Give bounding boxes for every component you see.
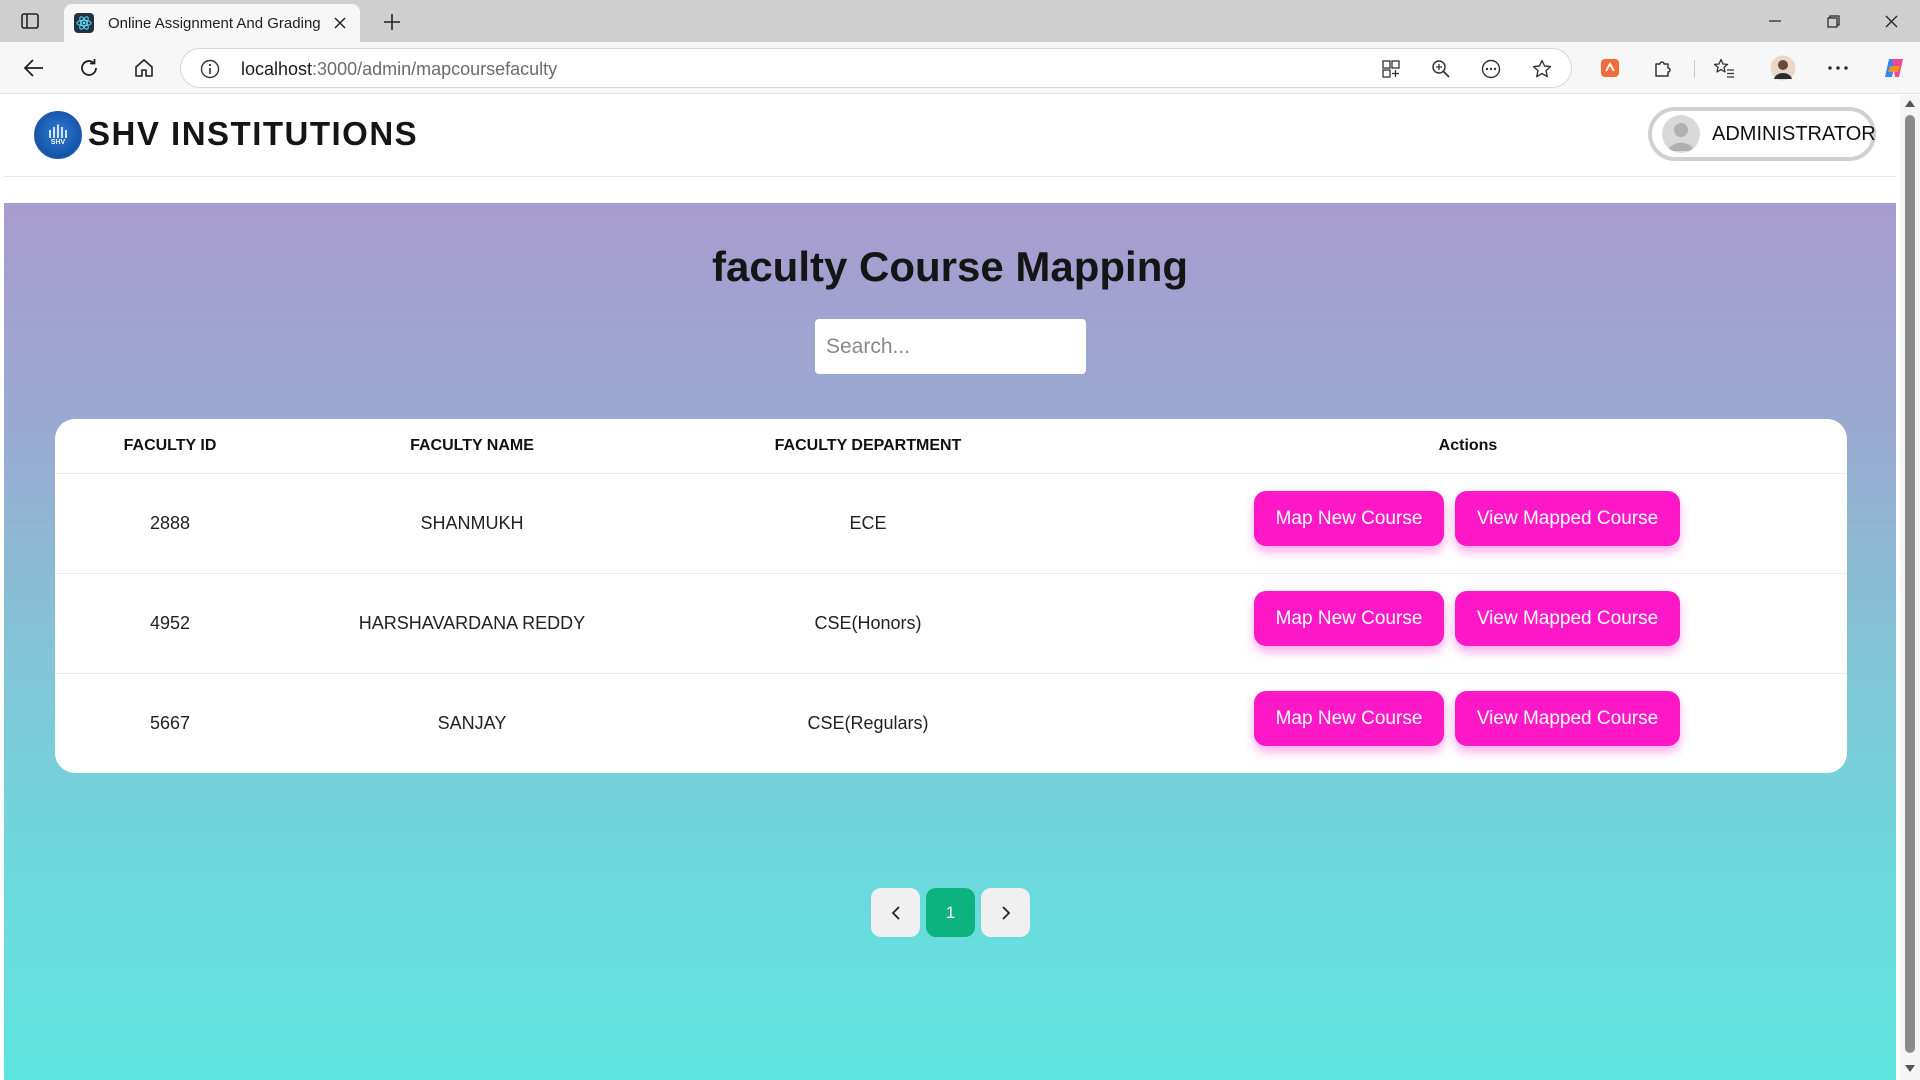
cell-faculty-name: HARSHAVARDANA REDDY — [358, 613, 586, 633]
page-scrollbar[interactable] — [1900, 95, 1920, 1080]
home-icon[interactable] — [128, 52, 160, 84]
address-bar[interactable]: localhost:3000/admin/mapcoursefaculty — [180, 48, 1572, 88]
zoom-icon[interactable] — [1427, 55, 1455, 83]
pagination-next-button[interactable] — [981, 888, 1030, 937]
pagination-prev-button[interactable] — [871, 888, 920, 937]
search-input[interactable] — [815, 319, 1086, 374]
map-new-course-button[interactable]: Map New Course — [1254, 491, 1444, 546]
table-row: 2888 SHANMUKH ECE Map New Course View Ma… — [55, 474, 1847, 574]
chevron-right-icon — [1001, 905, 1010, 920]
back-arrow-icon[interactable] — [18, 52, 50, 84]
site-info-icon[interactable] — [199, 58, 221, 80]
react-icon — [74, 13, 94, 33]
cell-faculty-name: SANJAY — [437, 713, 507, 733]
url-text[interactable]: localhost:3000/admin/mapcoursefaculty — [241, 59, 557, 80]
favorite-star-icon[interactable] — [1528, 55, 1556, 83]
logo-text: SHV — [50, 139, 66, 146]
scrollbar-thumb[interactable] — [1905, 115, 1915, 1053]
table-row: 4952 HARSHAVARDANA REDDY CSE(Honors) Map… — [55, 574, 1847, 674]
url-path: :3000/admin/mapcoursefaculty — [312, 59, 558, 79]
new-tab-plus-icon[interactable] — [378, 8, 406, 36]
view-mapped-course-button[interactable]: View Mapped Course — [1455, 491, 1680, 546]
page-viewport: SHV SHV INSTITUTIONS ADMINISTRATOR facul… — [0, 95, 1900, 1080]
page-title: faculty Course Mapping — [711, 243, 1189, 290]
brand-title: SHV INSTITUTIONS — [88, 115, 419, 152]
app-header: SHV SHV INSTITUTIONS ADMINISTRATOR — [4, 95, 1896, 177]
cell-faculty-department: CSE(Regulars) — [807, 713, 929, 733]
user-avatar-icon — [1662, 115, 1700, 153]
cell-faculty-id: 4952 — [149, 613, 191, 633]
view-mapped-course-button[interactable]: View Mapped Course — [1455, 591, 1680, 646]
cell-faculty-department: ECE — [849, 513, 887, 533]
close-window-icon[interactable] — [1868, 6, 1914, 36]
app-available-icon[interactable] — [1377, 55, 1405, 83]
copilot-icon[interactable] — [1878, 52, 1910, 84]
cell-faculty-id: 5667 — [149, 713, 191, 733]
more-tools-icon[interactable] — [1477, 55, 1505, 83]
map-new-course-button[interactable]: Map New Course — [1254, 591, 1444, 646]
table-header: FACULTY ID FACULTY NAME FACULTY DEPARTME… — [55, 419, 1847, 474]
toolbar-divider — [1694, 60, 1695, 78]
user-role-label: ADMINISTRATOR — [1712, 122, 1876, 145]
profile-avatar-icon[interactable] — [1767, 52, 1799, 84]
user-menu-button[interactable]: ADMINISTRATOR — [1648, 107, 1876, 161]
url-host: localhost — [241, 59, 313, 79]
tab-actions-icon[interactable] — [16, 9, 44, 33]
reload-icon[interactable] — [73, 52, 105, 84]
table-row: 5667 SANJAY CSE(Regulars) Map New Course… — [55, 674, 1847, 773]
pagination-page-button[interactable]: 1 — [926, 888, 975, 937]
column-header-actions: Actions — [1438, 437, 1498, 454]
chevron-left-icon — [891, 905, 900, 920]
institution-logo: SHV — [34, 111, 82, 159]
cell-faculty-department: CSE(Honors) — [814, 613, 922, 633]
cell-faculty-id: 2888 — [149, 513, 191, 533]
settings-more-icon[interactable] — [1822, 52, 1854, 84]
map-new-course-button[interactable]: Map New Course — [1254, 691, 1444, 746]
scroll-up-arrow-icon[interactable] — [1904, 97, 1916, 109]
browser-toolbar: localhost:3000/admin/mapcoursefaculty — [0, 42, 1920, 94]
extension-orange-icon[interactable] — [1594, 52, 1626, 84]
close-tab-icon[interactable] — [330, 13, 350, 33]
faculty-table: FACULTY ID FACULTY NAME FACULTY DEPARTME… — [55, 419, 1847, 773]
view-mapped-course-button[interactable]: View Mapped Course — [1455, 691, 1680, 746]
column-header-faculty-name: FACULTY NAME — [410, 437, 534, 454]
column-header-faculty-department: FACULTY DEPARTMENT — [774, 437, 962, 454]
tab-title: Online Assignment And Grading System — [108, 14, 324, 32]
minimize-icon[interactable] — [1752, 6, 1798, 36]
restore-icon[interactable] — [1810, 6, 1856, 36]
cell-faculty-name: SHANMUKH — [420, 513, 524, 533]
browser-tab-strip: Online Assignment And Grading System — [0, 0, 1920, 42]
extensions-puzzle-icon[interactable] — [1647, 52, 1679, 84]
scroll-down-arrow-icon[interactable] — [1904, 1063, 1916, 1075]
main-content: faculty Course Mapping FACULTY ID FACULT… — [4, 203, 1896, 1080]
column-header-faculty-id: FACULTY ID — [123, 437, 217, 454]
favorites-icon[interactable] — [1708, 52, 1740, 84]
browser-tab-active[interactable]: Online Assignment And Grading System — [64, 4, 360, 42]
